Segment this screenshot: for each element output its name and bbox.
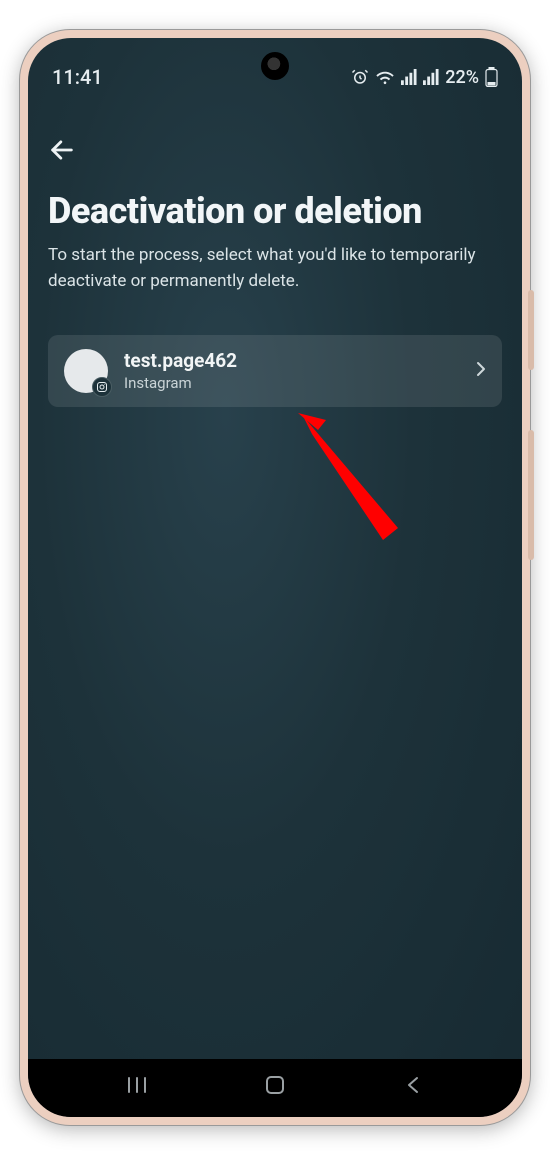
volume-button (528, 430, 534, 560)
page-title: Deactivation or deletion (48, 190, 502, 232)
page-subtitle: To start the process, select what you'd … (48, 242, 502, 295)
home-icon (264, 1074, 286, 1096)
chevron-right-icon (476, 361, 486, 381)
wifi-icon (375, 69, 395, 85)
account-row[interactable]: test.page462 Instagram (48, 335, 502, 407)
recents-icon (126, 1076, 148, 1094)
status-time: 11:41 (52, 65, 103, 89)
account-name: test.page462 (124, 349, 460, 372)
phone-frame: 11:41 22% Deactivation or deletion To s (20, 30, 530, 1125)
power-button (528, 290, 534, 370)
screen: 11:41 22% Deactivation or deletion To s (28, 38, 522, 1117)
signal-icon (401, 69, 417, 85)
recents-button[interactable] (123, 1071, 151, 1099)
device-back-button[interactable] (399, 1071, 427, 1099)
back-button[interactable] (48, 130, 88, 170)
content: Deactivation or deletion To start the pr… (28, 108, 522, 1053)
home-button[interactable] (261, 1071, 289, 1099)
instagram-badge (92, 377, 112, 397)
status-right: 22% (351, 67, 498, 88)
battery-icon (485, 67, 498, 87)
front-camera (261, 52, 289, 80)
alarm-icon (351, 68, 369, 86)
battery-percent: 22% (445, 67, 479, 88)
account-service: Instagram (124, 374, 460, 392)
account-text: test.page462 Instagram (124, 349, 460, 392)
android-nav-bar (28, 1059, 522, 1117)
avatar (64, 349, 108, 393)
instagram-icon (96, 381, 108, 393)
arrow-left-icon (48, 136, 76, 164)
chevron-left-icon (405, 1075, 421, 1095)
signal-icon-2 (423, 69, 439, 85)
